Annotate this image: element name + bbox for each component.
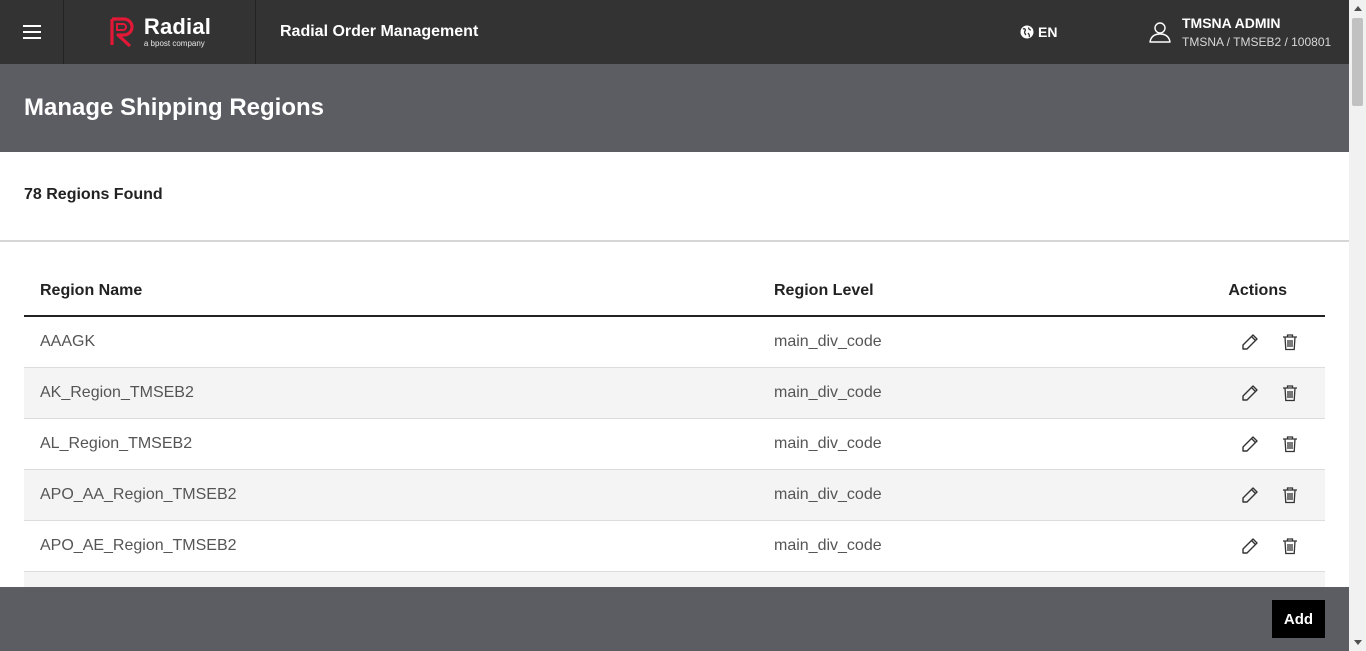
logo-tagline: a bpost company	[143, 39, 205, 48]
region-level-cell: main_div_code	[774, 537, 882, 554]
region-level-cell: main_div_code	[774, 486, 882, 503]
trash-delete-icon	[1283, 334, 1297, 351]
edit-region-button[interactable]	[1239, 433, 1261, 455]
app-title: Radial Order Management	[280, 23, 479, 40]
region-name-cell: AL_Region_TMSEB2	[40, 435, 193, 452]
user-profile[interactable]: TMSNA ADMIN TMSNA / TMSEB2 / 100801	[1148, 0, 1331, 64]
section-divider	[0, 240, 1349, 242]
top-navigation-bar: Radial a bpost company Radial Order Mana…	[0, 0, 1349, 64]
column-header-region-name: Region Name	[40, 282, 143, 299]
globe-icon	[1020, 25, 1034, 39]
logo-name: Radial	[143, 14, 212, 39]
edit-region-button[interactable]	[1239, 535, 1261, 557]
action-footer: Add	[0, 587, 1349, 651]
radial-logo-icon	[110, 17, 134, 48]
region-level-cell: main_div_code	[774, 435, 882, 452]
user-context: TMSNA / TMSEB2 / 100801	[1182, 35, 1332, 49]
caret-up-icon	[1353, 6, 1362, 11]
hamburger-menu-button[interactable]	[0, 0, 64, 64]
pencil-edit-icon	[1242, 538, 1258, 554]
delete-region-button[interactable]	[1279, 382, 1301, 404]
page-header: Manage Shipping Regions	[0, 64, 1349, 152]
page-title: Manage Shipping Regions	[24, 94, 325, 121]
trash-delete-icon	[1283, 385, 1297, 402]
delete-region-button[interactable]	[1279, 433, 1301, 455]
table-header: Region Name Region Level Actions	[24, 266, 1325, 317]
trash-delete-icon	[1283, 436, 1297, 453]
add-region-button[interactable]: Add	[1272, 600, 1325, 638]
delete-region-button[interactable]	[1279, 535, 1301, 557]
pencil-edit-icon	[1242, 385, 1258, 401]
edit-region-button[interactable]	[1239, 331, 1261, 353]
table-row: APO_AE_Region_TMSEB2 main_div_code	[24, 521, 1325, 572]
page-scrollbar[interactable]	[1349, 0, 1366, 651]
brand-logo[interactable]: Radial a bpost company	[64, 0, 256, 64]
user-icon	[1149, 22, 1171, 43]
pencil-edit-icon	[1242, 334, 1258, 350]
hamburger-menu-icon	[22, 25, 41, 39]
user-name: TMSNA ADMIN	[1182, 15, 1281, 31]
scrollbar-thumb[interactable]	[1352, 18, 1363, 106]
pencil-edit-icon	[1242, 487, 1258, 503]
table-row: APO_AA_Region_TMSEB2 main_div_code	[24, 470, 1325, 521]
column-header-region-level: Region Level	[774, 282, 874, 299]
table-row: AL_Region_TMSEB2 main_div_code	[24, 419, 1325, 470]
edit-region-button[interactable]	[1239, 382, 1261, 404]
language-label: EN	[1038, 24, 1058, 40]
region-name-cell: AK_Region_TMSEB2	[40, 384, 194, 401]
table-row: AK_Region_TMSEB2 main_div_code	[24, 368, 1325, 419]
edit-region-button[interactable]	[1239, 484, 1261, 506]
column-header-actions: Actions	[1228, 282, 1287, 299]
region-level-cell: main_div_code	[774, 384, 882, 401]
region-name-cell: APO_AE_Region_TMSEB2	[40, 537, 237, 554]
scroll-down-arrow[interactable]	[1349, 634, 1366, 651]
pencil-edit-icon	[1242, 436, 1258, 452]
trash-delete-icon	[1283, 487, 1297, 504]
language-selector[interactable]: EN	[1020, 0, 1057, 64]
scroll-up-arrow[interactable]	[1349, 0, 1366, 17]
caret-down-icon	[1353, 640, 1362, 645]
delete-region-button[interactable]	[1279, 331, 1301, 353]
region-level-cell: main_div_code	[774, 333, 882, 350]
region-name-cell: APO_AA_Region_TMSEB2	[40, 486, 237, 503]
region-name-cell: AAAGK	[40, 333, 96, 350]
trash-delete-icon	[1283, 538, 1297, 555]
results-count: 78 Regions Found	[24, 186, 163, 203]
regions-table: Region Name Region Level Actions AAAGK m…	[24, 266, 1325, 623]
table-row: AAAGK main_div_code	[24, 317, 1325, 368]
delete-region-button[interactable]	[1279, 484, 1301, 506]
